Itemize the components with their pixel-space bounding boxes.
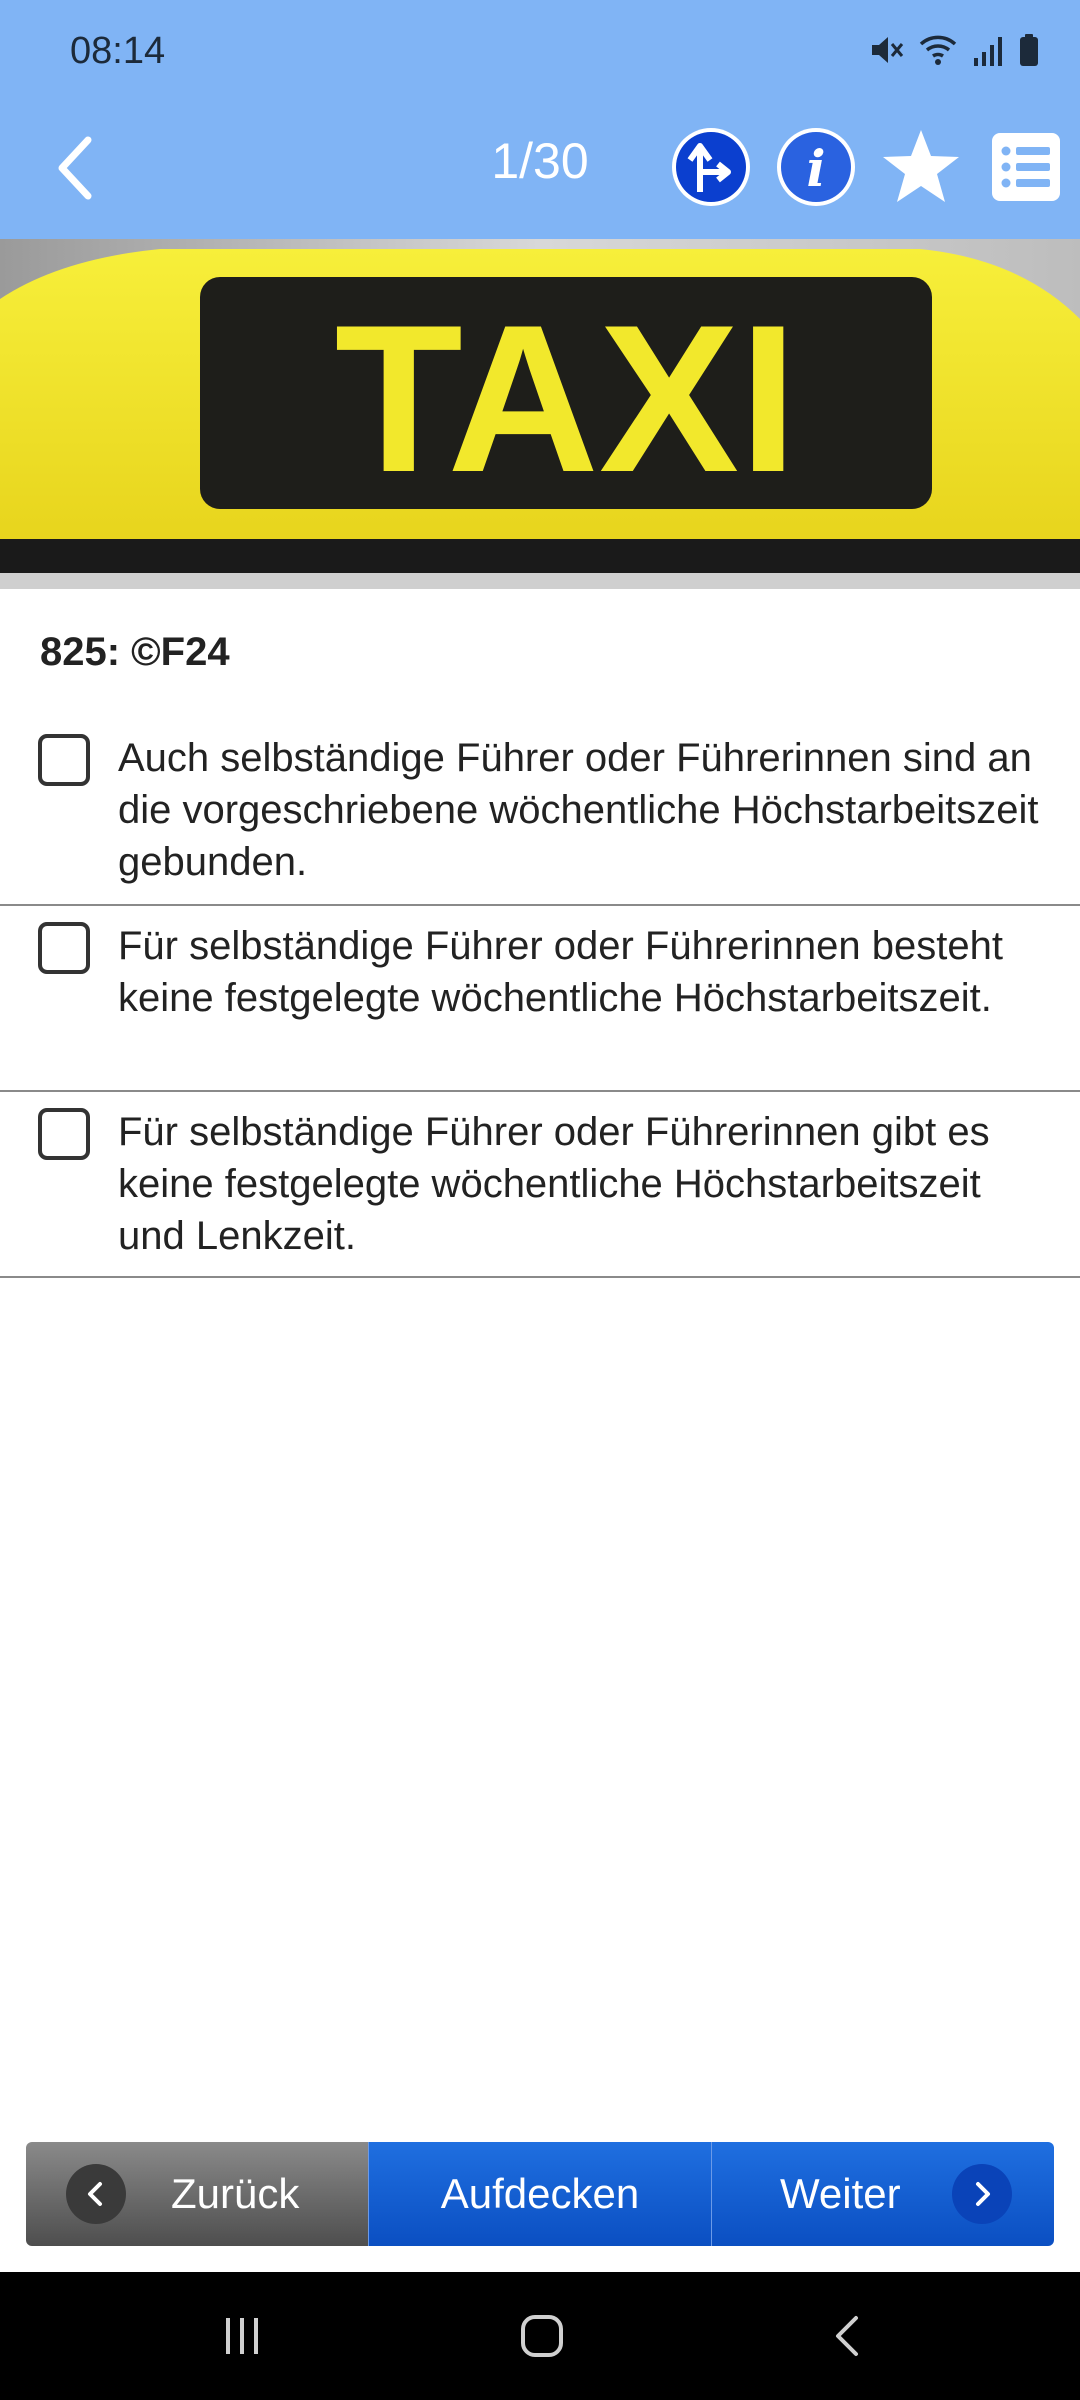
direction-sign-icon[interactable]: [670, 126, 752, 208]
next-button-label: Weiter: [780, 2170, 901, 2217]
back-button[interactable]: Zurück: [26, 2142, 368, 2246]
chevron-left-icon: [66, 2164, 126, 2224]
svg-text:i: i: [807, 139, 826, 198]
answer-text: Für selbständige Führer oder Führerinnen…: [118, 924, 1003, 1020]
status-time: 08:14: [70, 30, 166, 72]
back-button-label: Zurück: [171, 2170, 300, 2217]
back-nav-icon[interactable]: [828, 2314, 868, 2358]
answer-text: Für selbständige Führer oder Führerinnen…: [118, 1110, 990, 1258]
header: 08:14 1/30 i: [0, 0, 1080, 239]
status-icons: [868, 32, 1040, 68]
mute-icon: [872, 37, 904, 63]
next-button[interactable]: Weiter: [711, 2142, 1054, 2246]
reveal-button[interactable]: Aufdecken: [368, 2142, 711, 2246]
answer-option[interactable]: Auch selbständige Führer oder Führerinne…: [0, 718, 1080, 906]
info-icon[interactable]: i: [775, 126, 857, 208]
recent-apps-icon[interactable]: [222, 2316, 262, 2356]
chevron-right-icon: [952, 2164, 1012, 2224]
taxi-sign-image: TAXI: [0, 239, 1080, 589]
bottom-action-bar: Zurück Aufdecken Weiter: [26, 2142, 1054, 2246]
home-icon[interactable]: [520, 2314, 564, 2358]
answer-checkbox[interactable]: [38, 1108, 90, 1160]
answer-option[interactable]: Für selbständige Führer oder Führerinnen…: [0, 906, 1080, 1092]
system-nav-bar: [0, 2272, 1080, 2400]
question-id: 825: ©F24: [40, 630, 230, 674]
star-icon[interactable]: [880, 126, 962, 208]
wifi-icon: [919, 35, 957, 65]
answer-option[interactable]: Für selbständige Führer oder Führerinnen…: [0, 1092, 1080, 1278]
chevron-left-icon[interactable]: [48, 128, 108, 208]
taxi-sign-text: TAXI: [335, 281, 798, 516]
battery-icon: [1020, 34, 1038, 66]
answer-checkbox[interactable]: [38, 922, 90, 974]
reveal-button-label: Aufdecken: [440, 2170, 640, 2217]
signal-icon: [974, 37, 1002, 66]
answer-checkbox[interactable]: [38, 734, 90, 786]
question-counter: 1/30: [491, 133, 589, 189]
answer-text: Auch selbständige Führer oder Führerinne…: [118, 736, 1039, 884]
list-icon[interactable]: [990, 131, 1062, 203]
question-image: TAXI: [0, 239, 1080, 589]
